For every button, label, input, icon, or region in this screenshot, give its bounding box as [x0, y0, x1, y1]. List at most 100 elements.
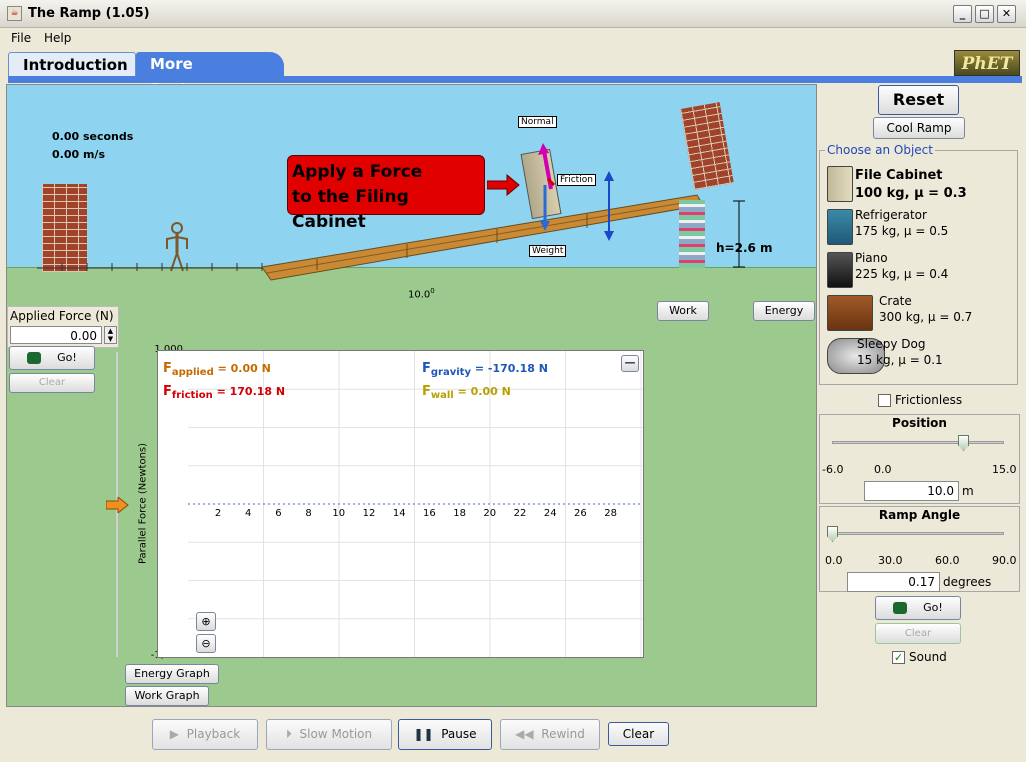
ramp-angle-slider-track[interactable]: [832, 532, 1004, 535]
x-tick-label: 28: [604, 508, 617, 519]
weight-force-label: Weight: [529, 245, 567, 257]
time-readout: 0.00 seconds: [52, 130, 134, 143]
pause-icon: ❚❚: [413, 727, 434, 741]
applied-force-clear-button[interactable]: Clear: [9, 373, 95, 393]
minimize-icon[interactable]: _: [953, 5, 972, 23]
ramp-angle-tick-30: 30.0: [878, 554, 903, 567]
object-properties: 100 kg, μ = 0.3: [855, 186, 967, 201]
x-tick-label: 2: [215, 508, 221, 519]
legend-wall: Fwall = 0.00 N: [422, 384, 511, 402]
go-button[interactable]: Go!: [875, 596, 961, 620]
position-unit: m: [962, 484, 974, 498]
object-option-file-cabinet[interactable]: File Cabinet 100 kg, μ = 0.3: [825, 164, 1017, 208]
cool-ramp-button[interactable]: Cool Ramp: [873, 117, 965, 139]
zoom-out-icon[interactable]: ⊖: [196, 634, 216, 653]
right-control-panel: Reset Cool Ramp Choose an Object Frictio…: [817, 84, 1026, 707]
left-brick-wall: [42, 184, 87, 272]
x-tick-label: 20: [483, 508, 496, 519]
object-properties: 300 kg, μ = 0.7: [879, 310, 973, 324]
callout-arrow: [487, 174, 520, 196]
close-icon[interactable]: ✕: [997, 5, 1016, 23]
piano-icon: [827, 252, 853, 288]
frictionless-checkbox[interactable]: [878, 394, 891, 407]
object-properties: 175 kg, μ = 0.5: [855, 224, 949, 238]
callout-line1: Apply a Force: [292, 162, 423, 182]
tab-more-features[interactable]: More Features: [136, 52, 284, 97]
object-option-sleepy-dog[interactable]: Sleepy Dog 15 kg, μ = 0.1: [825, 336, 1017, 380]
title-bar: ☕ The Ramp (1.05) _ □ ✕: [0, 0, 1026, 28]
rewind-button[interactable]: ◀◀ Rewind: [500, 719, 600, 750]
go-light-icon: [27, 352, 42, 364]
apply-force-callout: Apply a Force to the Filing Cabinet: [287, 155, 485, 232]
choose-object-title: Choose an Object: [825, 143, 935, 157]
tab-introduction[interactable]: Introduction: [8, 52, 136, 76]
graph-minimize-button[interactable]: —: [621, 355, 639, 372]
legend-applied: Fapplied = 0.00 N: [163, 361, 271, 379]
reset-button[interactable]: Reset: [878, 85, 959, 115]
x-tick-label: 26: [574, 508, 587, 519]
energy-graph-button[interactable]: Energy Graph: [125, 664, 219, 684]
x-tick-label: 8: [305, 508, 311, 519]
ramp-angle-title: Ramp Angle: [878, 508, 961, 522]
position-input[interactable]: 10.0: [864, 481, 959, 501]
height-label: h=2.6 m: [716, 241, 773, 255]
work-graph-button[interactable]: Work Graph: [125, 686, 209, 706]
x-tick-label: 16: [423, 508, 436, 519]
go-light-icon: [893, 602, 908, 614]
x-tick-label: 24: [544, 508, 557, 519]
object-name: Crate: [879, 294, 912, 308]
position-title: Position: [892, 416, 947, 430]
ramp-handle-arrow[interactable]: [603, 171, 615, 241]
object-properties: 225 kg, μ = 0.4: [855, 267, 949, 281]
object-name: Piano: [855, 251, 888, 265]
menu-file[interactable]: File: [11, 31, 31, 45]
sound-checkbox[interactable]: ✓: [892, 651, 905, 664]
object-name: Refrigerator: [855, 208, 927, 222]
bottom-clear-button[interactable]: Clear: [608, 722, 669, 746]
menu-bar: File Help: [0, 28, 1026, 48]
ramp-angle-input[interactable]: 0.17: [847, 572, 940, 592]
energy-button[interactable]: Energy: [753, 301, 815, 321]
legend-friction: Ffriction = 170.18 N: [163, 384, 286, 402]
zoom-in-icon[interactable]: ⊕: [196, 612, 216, 631]
x-tick-label: 10: [332, 508, 345, 519]
clear-button[interactable]: Clear: [875, 623, 961, 644]
applied-force-go-button[interactable]: Go!: [9, 346, 95, 370]
normal-force-label: Normal: [518, 116, 557, 128]
force-slider-thumb[interactable]: [106, 497, 130, 513]
height-bracket: [733, 200, 745, 268]
legend-gravity: Fgravity = -170.18 N: [422, 361, 548, 379]
x-tick-label: 14: [393, 508, 406, 519]
object-option-refrigerator[interactable]: Refrigerator 175 kg, μ = 0.5: [825, 207, 1017, 251]
friction-force-label: Friction: [557, 174, 596, 186]
file-cabinet-icon: [827, 166, 853, 202]
force-graph: 2 4 6 8 10 12 14 16 18 20 22 24 26 28 Fapplied = 0.00…: [157, 350, 644, 658]
menu-help[interactable]: Help: [44, 31, 71, 45]
refrigerator-icon: [827, 209, 853, 245]
position-slider-track[interactable]: [832, 441, 1004, 444]
pause-button[interactable]: ❚❚ Pause: [398, 719, 492, 750]
position-tick-zero: 0.0: [874, 463, 892, 476]
tab-underline: [8, 76, 1022, 83]
object-option-piano[interactable]: Piano 225 kg, μ = 0.4: [825, 250, 1017, 294]
angle-label: 10.00: [408, 287, 435, 301]
rewind-icon: ◀◀: [515, 727, 534, 741]
object-properties: 15 kg, μ = 0.1: [857, 353, 943, 367]
work-button[interactable]: Work: [657, 301, 709, 321]
phet-logo: PhET: [954, 50, 1020, 76]
ramp-angle-tick-90: 90.0: [992, 554, 1017, 567]
playback-button[interactable]: ▶ Playback: [152, 719, 258, 750]
object-name: Sleepy Dog: [857, 337, 926, 351]
applied-force-spinner[interactable]: ▲ ▼: [104, 326, 117, 344]
applied-force-input[interactable]: 0.00: [10, 326, 102, 344]
object-name: File Cabinet: [855, 168, 943, 183]
ramp-angle-tick-0: 0.0: [825, 554, 843, 567]
crate-icon: [827, 295, 873, 331]
x-tick-label: 12: [363, 508, 376, 519]
frictionless-label: Frictionless: [895, 393, 963, 407]
force-arrows: [538, 143, 556, 231]
object-option-crate[interactable]: Crate 300 kg, μ = 0.7: [825, 293, 1017, 337]
slow-motion-button[interactable]: ⏵ Slow Motion: [266, 719, 392, 750]
play-icon: ▶: [169, 727, 180, 741]
maximize-icon[interactable]: □: [975, 5, 994, 23]
